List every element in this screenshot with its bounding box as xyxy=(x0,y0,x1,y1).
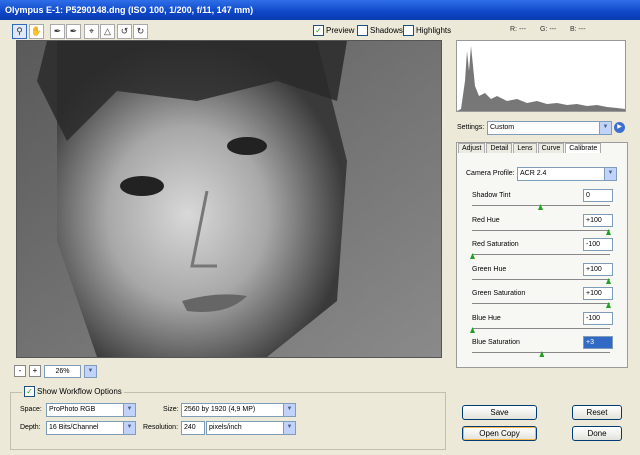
image-preview[interactable] xyxy=(16,40,442,358)
resolution-unit-select[interactable]: pixels/inch ▼ xyxy=(206,421,296,435)
slider-track[interactable] xyxy=(472,254,610,255)
settings-select[interactable]: Custom ▼ xyxy=(487,121,612,135)
g-readout: G: --- xyxy=(540,26,557,33)
chevron-down-icon[interactable]: ▼ xyxy=(84,364,97,378)
tab-detail[interactable]: Detail xyxy=(486,143,513,153)
crop-icon[interactable]: ⌖ xyxy=(84,24,99,39)
straighten-icon[interactable]: △ xyxy=(100,24,115,39)
rotate-right-icon[interactable]: ↻ xyxy=(133,24,148,39)
chevron-down-icon: ▼ xyxy=(283,422,295,434)
chevron-down-icon: ▼ xyxy=(604,168,616,180)
tab-lens[interactable]: Lens xyxy=(513,143,537,153)
rotate-left-icon[interactable]: ↺ xyxy=(117,24,132,39)
space-value: ProPhoto RGB xyxy=(49,406,96,413)
tab-adjust[interactable]: Adjust xyxy=(458,143,486,153)
b-readout: B: --- xyxy=(570,26,586,33)
tab-curve[interactable]: Curve xyxy=(537,143,565,153)
slider-label: Green Hue xyxy=(472,266,507,273)
resolution-label: Resolution: xyxy=(143,424,179,431)
camera-profile-value: ACR 2.4 xyxy=(520,170,547,177)
empty-checkbox-icon xyxy=(357,25,368,36)
window-title: Olympus E-1: P5290148.dng (ISO 100, 1/20… xyxy=(5,5,254,15)
zoom-out-icon[interactable]: - xyxy=(14,365,26,377)
depth-select[interactable]: 16 Bits/Channel ▼ xyxy=(46,421,136,435)
show-workflow-label: Show Workflow Options xyxy=(37,387,122,396)
save-button[interactable]: Save xyxy=(462,405,537,420)
preview-checkbox[interactable]: ✓ Preview xyxy=(313,25,354,36)
empty-checkbox-icon xyxy=(403,25,414,36)
settings-value: Custom xyxy=(490,124,515,131)
eyedropper-icon[interactable]: ✒ xyxy=(50,24,65,39)
tab-calibrate[interactable]: Calibrate xyxy=(565,143,602,153)
check-icon: ✓ xyxy=(313,25,324,36)
slider-label: Red Hue xyxy=(472,217,500,224)
slider-track[interactable] xyxy=(472,352,610,353)
slider-value-input[interactable]: -100 xyxy=(583,312,613,325)
zoom-icon[interactable]: ⚲ xyxy=(12,24,27,39)
depth-label: Depth: xyxy=(20,424,41,431)
settings-label: Settings: xyxy=(457,124,485,131)
histogram xyxy=(456,40,626,112)
title-bar: Olympus E-1: P5290148.dng (ISO 100, 1/20… xyxy=(0,0,640,20)
color-sampler-icon[interactable]: ✒ xyxy=(66,24,81,39)
slider-track[interactable] xyxy=(472,230,610,231)
open-copy-button[interactable]: Open Copy xyxy=(462,426,537,441)
space-select[interactable]: ProPhoto RGB ▼ xyxy=(46,403,136,417)
slider-value-input[interactable]: +3 xyxy=(583,336,613,349)
slider-label: Green Saturation xyxy=(472,290,526,297)
depth-value: 16 Bits/Channel xyxy=(49,424,99,431)
slider-value-input[interactable]: +100 xyxy=(583,214,613,227)
slider-value-input[interactable]: +100 xyxy=(583,287,613,300)
chevron-down-icon: ▼ xyxy=(599,122,611,134)
chevron-down-icon: ▼ xyxy=(123,404,135,416)
slider-track[interactable] xyxy=(472,279,610,280)
chevron-down-icon: ▼ xyxy=(123,422,135,434)
tab-bar: Adjust Detail Lens Curve Calibrate xyxy=(458,143,602,153)
resolution-unit-value: pixels/inch xyxy=(209,424,242,431)
shadows-label: Shadows xyxy=(370,26,403,35)
slider-label: Blue Hue xyxy=(472,315,501,322)
resolution-input[interactable]: 240 xyxy=(181,421,205,435)
zoom-in-icon[interactable]: + xyxy=(29,365,41,377)
size-value: 2560 by 1920 (4,9 MP) xyxy=(184,406,256,413)
portrait-photo xyxy=(17,41,441,357)
size-select[interactable]: 2560 by 1920 (4,9 MP) ▼ xyxy=(181,403,296,417)
check-icon: ✓ xyxy=(24,386,35,397)
highlights-checkbox[interactable]: Highlights xyxy=(403,25,451,36)
camera-profile-label: Camera Profile: xyxy=(466,170,515,177)
highlights-label: Highlights xyxy=(416,26,452,35)
size-label: Size: xyxy=(163,406,179,413)
shadows-checkbox[interactable]: Shadows xyxy=(357,25,403,36)
slider-label: Red Saturation xyxy=(472,241,519,248)
space-label: Space: xyxy=(20,406,42,413)
slider-label: Blue Saturation xyxy=(472,339,520,346)
done-button[interactable]: Done xyxy=(572,426,622,441)
slider-label: Shadow Tint xyxy=(472,192,511,199)
zoom-level[interactable]: 26% xyxy=(44,364,81,378)
settings-menu-icon[interactable]: ▶ xyxy=(614,122,625,133)
hand-icon[interactable]: ✋ xyxy=(29,24,44,39)
slider-value-input[interactable]: -100 xyxy=(583,238,613,251)
slider-value-input[interactable]: 0 xyxy=(583,189,613,202)
camera-profile-select[interactable]: ACR 2.4 ▼ xyxy=(517,167,617,181)
show-workflow-checkbox[interactable]: ✓ Show Workflow Options xyxy=(22,386,124,397)
zoom-bar: - + 26% ▼ xyxy=(14,364,97,378)
slider-track[interactable] xyxy=(472,303,610,304)
r-readout: R: --- xyxy=(510,26,526,33)
chevron-down-icon: ▼ xyxy=(283,404,295,416)
slider-track[interactable] xyxy=(472,328,610,329)
slider-value-input[interactable]: +100 xyxy=(583,263,613,276)
preview-label: Preview xyxy=(326,26,355,35)
reset-button[interactable]: Reset xyxy=(572,405,622,420)
histogram-graph xyxy=(457,46,625,111)
